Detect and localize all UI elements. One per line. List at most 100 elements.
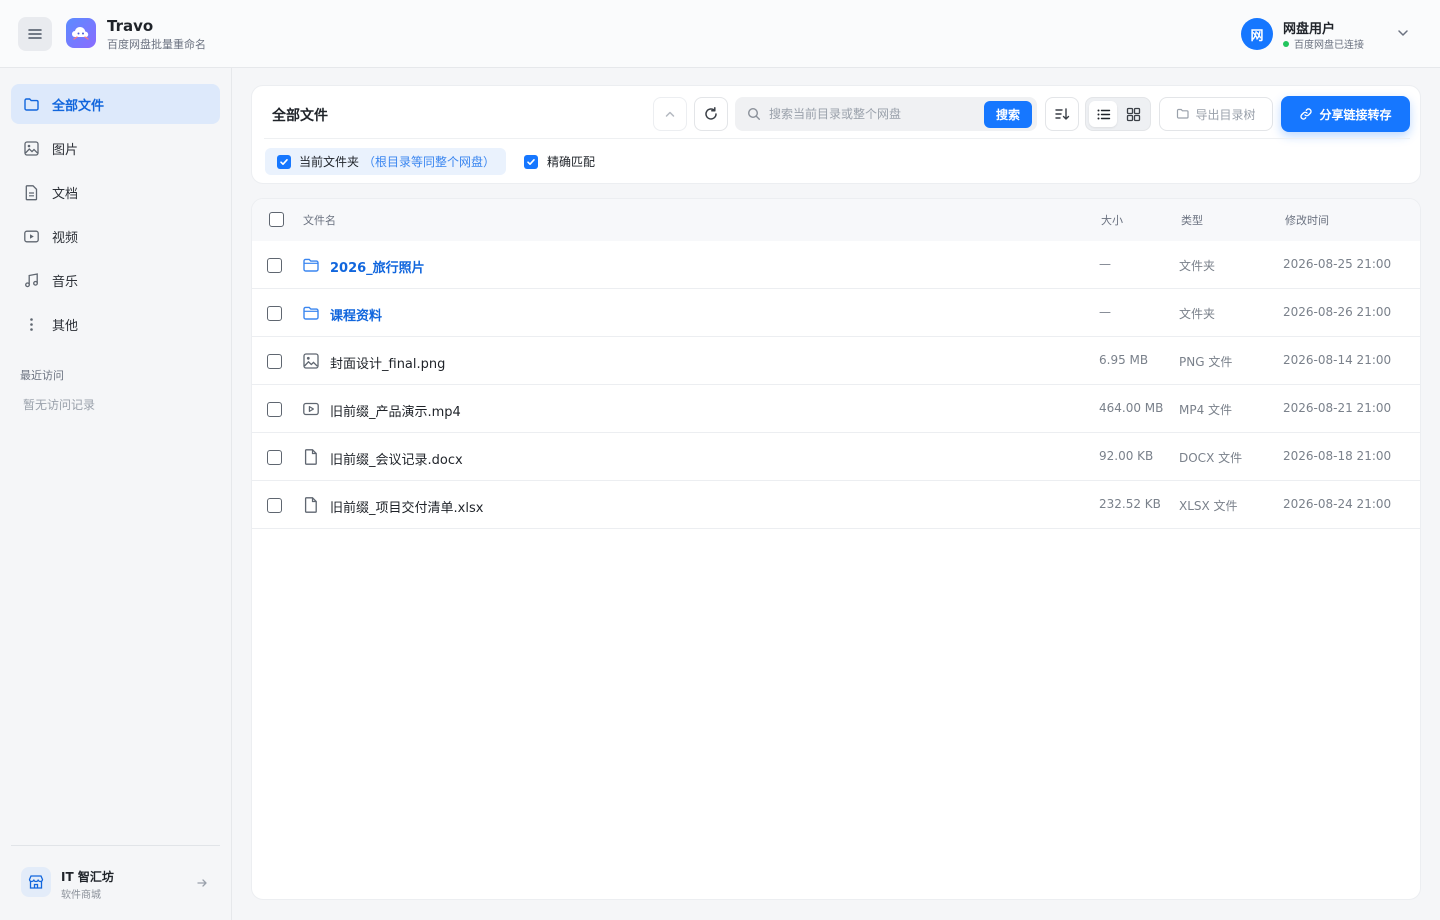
go-up-button[interactable] bbox=[653, 97, 687, 131]
recent-section-title: 最近访问 bbox=[20, 369, 64, 382]
file-type: PNG 文件 bbox=[1179, 355, 1233, 369]
column-header-name[interactable]: 文件名 bbox=[303, 212, 336, 228]
share-link-transfer-button[interactable]: 分享链接转存 bbox=[1281, 96, 1410, 132]
file-size: 464.00 MB bbox=[1099, 401, 1164, 415]
menu-toggle-button[interactable] bbox=[18, 17, 52, 51]
refresh-icon bbox=[705, 107, 717, 120]
row-checkbox[interactable] bbox=[267, 402, 282, 417]
row-checkbox[interactable] bbox=[267, 258, 282, 273]
sidebar-item-videos[interactable]: 视频 bbox=[11, 216, 220, 256]
file-name[interactable]: 旧前缀_会议记录.docx bbox=[330, 449, 463, 468]
column-header-size[interactable]: 大小 bbox=[1101, 212, 1123, 228]
scope-label-text: 当前文件夹 bbox=[299, 155, 360, 169]
list-view-button[interactable] bbox=[1089, 101, 1117, 127]
grid-view-button[interactable] bbox=[1119, 101, 1147, 127]
file-modified-time: 2026-08-26 21:00 bbox=[1283, 305, 1392, 319]
file-type: 文件夹 bbox=[1179, 307, 1216, 321]
sidebar-item-documents[interactable]: 文档 bbox=[11, 172, 220, 212]
chevron-up-icon bbox=[665, 111, 675, 117]
toolbar-divider bbox=[264, 138, 1410, 139]
row-checkbox[interactable] bbox=[267, 498, 282, 513]
checkmark-icon bbox=[527, 158, 535, 165]
file-size: — bbox=[1099, 257, 1111, 271]
chevron-down-icon bbox=[1398, 30, 1408, 36]
store-icon bbox=[28, 875, 44, 889]
file-modified-time: 2026-08-14 21:00 bbox=[1283, 353, 1392, 367]
recent-empty-text: 暂无访问记录 bbox=[23, 398, 96, 412]
select-all-checkbox[interactable] bbox=[269, 212, 284, 227]
user-menu-chevron[interactable] bbox=[1396, 26, 1410, 44]
file-name[interactable]: 旧前缀_项目交付清单.xlsx bbox=[330, 497, 483, 516]
view-mode-toggle bbox=[1085, 97, 1151, 131]
sidebar-item-images[interactable]: 图片 bbox=[11, 128, 220, 168]
user-avatar[interactable]: 网 bbox=[1241, 18, 1273, 50]
sidebar: 全部文件 图片 文档 视频 音乐 其他 最近访问 暂无访问记录 IT 智汇坊 软… bbox=[0, 68, 232, 920]
sidebar-item-all-files[interactable]: 全部文件 bbox=[11, 84, 220, 124]
table-row[interactable]: 2026_旅行照片 — 文件夹 2026-08-25 21:00 bbox=[252, 241, 1420, 289]
file-type: XLSX 文件 bbox=[1179, 499, 1238, 513]
user-name[interactable]: 网盘用户 bbox=[1283, 18, 1335, 37]
row-checkbox[interactable] bbox=[267, 306, 282, 321]
export-tree-button[interactable]: 导出目录树 bbox=[1159, 97, 1273, 131]
connection-status-text: 百度网盘已连接 bbox=[1294, 40, 1364, 51]
search-icon bbox=[747, 107, 761, 125]
file-name[interactable]: 课程资料 bbox=[330, 305, 382, 324]
link-icon bbox=[1300, 108, 1313, 120]
file-size: 92.00 KB bbox=[1099, 449, 1154, 463]
software-store-link[interactable]: IT 智汇坊 软件商城 bbox=[11, 861, 220, 905]
sidebar-item-other[interactable]: 其他 bbox=[11, 304, 220, 344]
toolbar-card: 全部文件 搜索 导出目录树 分享链接转存 当前文件夹（根目录等 bbox=[251, 85, 1421, 184]
hamburger-icon bbox=[28, 29, 42, 39]
file-name[interactable]: 旧前缀_产品演示.mp4 bbox=[330, 401, 461, 420]
current-folder-title: 全部文件 bbox=[272, 108, 328, 124]
scope-current-folder-option[interactable]: 当前文件夹 （根目录等同整个网盘） bbox=[265, 148, 506, 175]
column-header-modified[interactable]: 修改时间 bbox=[1285, 212, 1329, 228]
table-header: 文件名 大小 类型 修改时间 bbox=[252, 199, 1420, 241]
file-name[interactable]: 封面设计_final.png bbox=[330, 353, 445, 372]
folder-icon bbox=[302, 256, 320, 278]
sidebar-item-music[interactable]: 音乐 bbox=[11, 260, 220, 300]
connection-status: 百度网盘已连接 bbox=[1283, 36, 1364, 51]
list-view-icon bbox=[1097, 109, 1110, 119]
store-name: IT 智汇坊 bbox=[61, 870, 114, 884]
search-input[interactable] bbox=[769, 104, 979, 124]
exact-match-option[interactable]: 精确匹配 bbox=[524, 148, 595, 175]
app-subtitle: 百度网盘批量重命名 bbox=[107, 38, 206, 51]
table-row[interactable]: 旧前缀_项目交付清单.xlsx 232.52 KB XLSX 文件 2026-0… bbox=[252, 481, 1420, 529]
table-row[interactable]: 课程资料 — 文件夹 2026-08-26 21:00 bbox=[252, 289, 1420, 337]
checkmark-icon bbox=[280, 158, 288, 165]
table-row[interactable]: 旧前缀_产品演示.mp4 464.00 MB MP4 文件 2026-08-21… bbox=[252, 385, 1420, 433]
export-tree-label: 导出目录树 bbox=[1195, 107, 1256, 122]
sort-button[interactable] bbox=[1045, 97, 1079, 131]
row-checkbox[interactable] bbox=[267, 354, 282, 369]
table-row[interactable]: 旧前缀_会议记录.docx 92.00 KB DOCX 文件 2026-08-1… bbox=[252, 433, 1420, 481]
folder-icon bbox=[302, 304, 320, 326]
file-size: 6.95 MB bbox=[1099, 353, 1149, 367]
grid-view-icon bbox=[1126, 107, 1140, 121]
file-name[interactable]: 2026_旅行照片 bbox=[330, 257, 425, 276]
sidebar-item-label: 其他 bbox=[52, 318, 79, 334]
exact-match-checkbox[interactable] bbox=[524, 154, 538, 169]
scope-hint: （根目录等同整个网盘） bbox=[363, 155, 496, 169]
scope-checkbox[interactable] bbox=[277, 154, 291, 169]
app-title: Travo bbox=[107, 17, 154, 35]
store-subtitle: 软件商城 bbox=[61, 890, 101, 901]
folder-icon bbox=[24, 97, 39, 111]
app-logo bbox=[66, 18, 96, 48]
file-type: DOCX 文件 bbox=[1179, 451, 1243, 465]
file-type: 文件夹 bbox=[1179, 259, 1216, 273]
sidebar-item-label: 文档 bbox=[52, 186, 79, 202]
search-box: 搜索 bbox=[735, 97, 1037, 131]
video-icon bbox=[302, 400, 320, 422]
document-icon bbox=[302, 448, 320, 470]
search-button[interactable]: 搜索 bbox=[984, 101, 1032, 128]
column-header-type[interactable]: 类型 bbox=[1181, 212, 1203, 228]
image-icon bbox=[302, 352, 320, 374]
row-checkbox[interactable] bbox=[267, 450, 282, 465]
sidebar-item-label: 全部文件 bbox=[52, 98, 105, 114]
refresh-button[interactable] bbox=[694, 97, 728, 131]
file-modified-time: 2026-08-25 21:00 bbox=[1283, 257, 1392, 271]
file-size: — bbox=[1099, 305, 1111, 319]
table-row[interactable]: 封面设计_final.png 6.95 MB PNG 文件 2026-08-14… bbox=[252, 337, 1420, 385]
store-icon-wrap bbox=[21, 867, 51, 897]
